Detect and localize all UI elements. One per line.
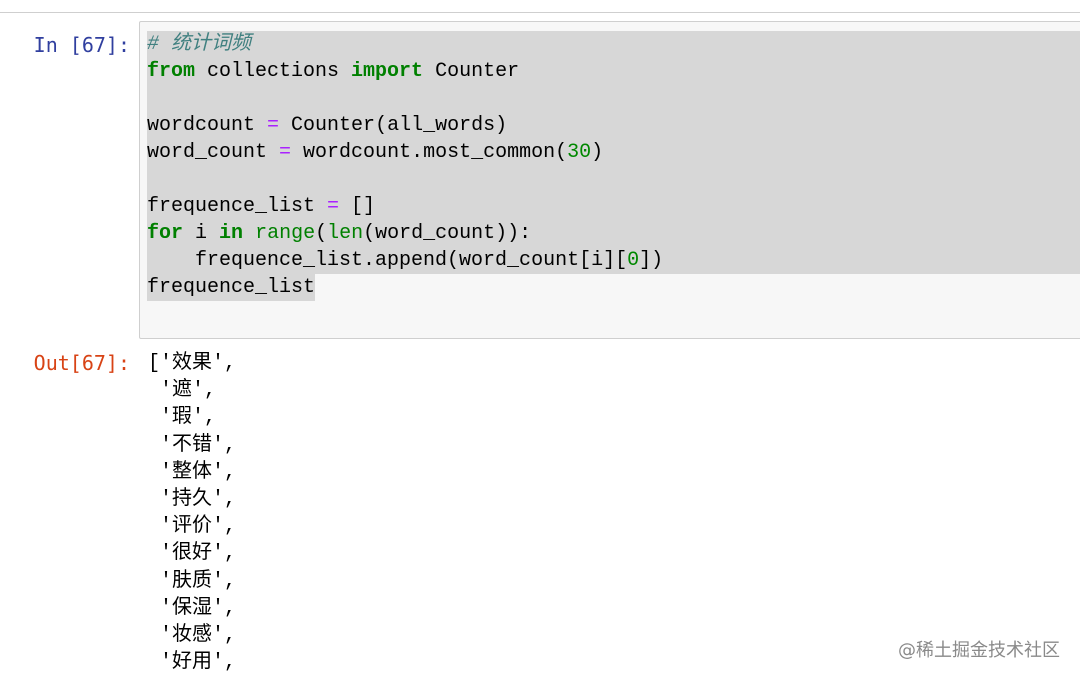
output-line: '很好',: [148, 542, 237, 566]
output-line: '瑕',: [148, 406, 217, 430]
output-line: '持久',: [148, 488, 237, 512]
input-prompt: In [67]:: [33, 33, 130, 57]
output-line: '妆感',: [148, 624, 237, 648]
code-line-3: [147, 85, 1080, 112]
code-editor[interactable]: # 统计词频 from collections import Counter wo…: [147, 31, 1080, 301]
code-line-4: wordcount = Counter(all_words): [147, 112, 1080, 139]
code-line-7: frequence_list = []: [147, 193, 1080, 220]
code-line-8: for i in range(len(word_count)):: [147, 220, 1080, 247]
output-line: '肤质',: [148, 569, 237, 593]
previous-cell-edge: [0, 0, 1080, 13]
output-line: '遮',: [148, 379, 217, 403]
output-line: '评价',: [148, 515, 237, 539]
code-line-5: word_count = wordcount.most_common(30): [147, 139, 1080, 166]
output-line: '好用',: [148, 651, 237, 675]
watermark: @稀土掘金技术社区: [898, 640, 1060, 661]
code-line-10: frequence_list: [147, 274, 316, 301]
output-line: '整体',: [148, 460, 237, 484]
cell-output: ['效果', '遮', '瑕', '不错', '整体', '持久', '评价',…: [148, 350, 236, 676]
output-prompt: Out[67]:: [33, 351, 130, 375]
output-line: '不错',: [148, 433, 237, 457]
output-line: '保湿',: [148, 596, 237, 620]
output-line: ['效果',: [148, 352, 237, 375]
code-line-6: [147, 166, 1080, 193]
code-line-1: # 统计词频: [147, 31, 1080, 58]
code-line-2: from collections import Counter: [147, 58, 1080, 85]
code-line-9: frequence_list.append(word_count[i][0]): [147, 247, 1080, 274]
